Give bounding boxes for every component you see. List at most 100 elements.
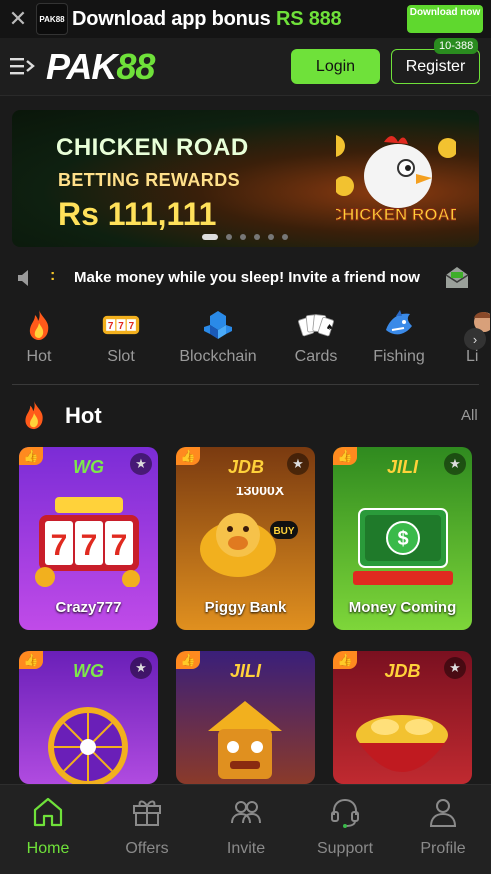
nav-invite[interactable]: Invite [206, 795, 286, 858]
download-now-button[interactable]: Download now [407, 5, 483, 33]
game-artwork [48, 707, 128, 784]
speaker-icon [18, 270, 28, 286]
nav-offers[interactable]: Offers [107, 795, 187, 858]
nav-label: Support [316, 840, 374, 857]
svg-text:7: 7 [129, 321, 135, 332]
download-bonus-amount: RS 888 [275, 7, 342, 30]
profile-icon [429, 799, 457, 827]
cards-icon: ♠ [297, 306, 335, 344]
download-bar: ✕ PAK88 Download app bonus RS 888 Downlo… [0, 0, 491, 38]
game-provider: JDB [228, 457, 265, 477]
section-title: Hot [65, 403, 102, 428]
mail-icon[interactable] [443, 263, 471, 291]
logo-pak: PAK [46, 46, 117, 87]
invite-icon [231, 801, 261, 824]
nav-label: Home [26, 840, 70, 857]
logo-num: 88 [116, 46, 155, 87]
chicken-road-artwork: CHICKEN ROAD [336, 135, 456, 225]
banner-title: CHICKEN ROAD [56, 134, 249, 161]
category-label: Blockchain [179, 348, 257, 365]
category-blockchain[interactable]: Blockchain [176, 306, 260, 366]
category-hot[interactable]: Hot [18, 306, 60, 366]
category-bar: Hot 777 Slot Blockchain ♠ Cards Fishing … [0, 306, 491, 372]
slot-777-icon: 777 [102, 306, 140, 344]
category-label: Li [466, 348, 479, 365]
register-button[interactable]: Register [391, 49, 480, 84]
game-provider: WG [73, 457, 104, 477]
download-bonus-prefix: Download app bonus [72, 7, 276, 30]
game-card[interactable]: 👍 JILI [176, 651, 315, 784]
game-provider: JILI [386, 457, 418, 477]
download-bonus-text: Download app bonus RS 888 [72, 7, 342, 31]
blockchain-icon [199, 306, 237, 344]
game-provider: JDB [384, 661, 421, 681]
game-name: Crazy777 [55, 599, 122, 616]
game-provider: JILI [229, 661, 261, 681]
nav-profile[interactable]: Profile [403, 795, 483, 858]
headset-icon [331, 798, 359, 828]
nav-label: Offers [125, 840, 169, 857]
flame-icon [20, 306, 58, 344]
bottom-navigation: Home Offers Invite Support Profile [0, 784, 491, 874]
game-name: Piggy Bank [204, 599, 287, 616]
banner-subtitle: BETTING REWARDS [58, 170, 241, 190]
header: PAK88 Login Register 10-388 [0, 38, 491, 96]
banner-pagination[interactable] [202, 234, 288, 240]
register-bonus-badge: 10-388 [434, 38, 479, 54]
chevron-right-icon[interactable]: › [464, 328, 486, 350]
game-artwork: BUY 13000X [200, 487, 298, 577]
game-card[interactable]: 👍 ★ JDB BUY 13000X Piggy Bank [176, 447, 315, 630]
game-card[interactable]: 👍 ★ WG [19, 651, 158, 784]
banner-dot[interactable] [202, 234, 218, 240]
gift-icon [133, 800, 161, 826]
game-name: Money Coming [348, 599, 457, 616]
home-icon [33, 797, 63, 827]
category-label: Hot [26, 348, 52, 365]
svg-text:7: 7 [118, 321, 124, 332]
banner-dot[interactable] [226, 234, 232, 240]
category-label: Slot [107, 348, 135, 365]
svg-text:7: 7 [108, 321, 114, 332]
game-card[interactable]: 👍 ★ WG 777 Crazy777 [19, 447, 158, 630]
nav-support[interactable]: Support [305, 795, 385, 858]
game-provider: WG [73, 661, 104, 681]
category-fishing[interactable]: Fishing [370, 306, 428, 366]
nav-home[interactable]: Home [8, 795, 88, 858]
banner-game-logo: CHICKEN ROAD [336, 205, 456, 224]
site-logo[interactable]: PAK88 [46, 46, 155, 88]
flame-icon [25, 400, 43, 430]
section-divider [12, 384, 479, 385]
game-artwork [208, 701, 282, 779]
banner-dot[interactable] [268, 234, 274, 240]
game-artwork: 777 [35, 497, 140, 587]
category-cards[interactable]: ♠ Cards [292, 306, 340, 366]
category-label: Cards [294, 348, 338, 365]
game-multiplier-tag: 13000X [236, 487, 285, 498]
menu-icon[interactable] [10, 56, 36, 76]
close-icon[interactable]: ✕ [0, 0, 36, 38]
game-artwork [356, 715, 448, 772]
banner-amount: Rs 111,111 [58, 196, 217, 232]
nav-label: Invite [226, 840, 266, 857]
nav-label: Profile [420, 840, 466, 857]
banner-dot[interactable] [240, 234, 246, 240]
svg-text:7: 7 [81, 529, 98, 562]
banner-dot[interactable] [282, 234, 288, 240]
svg-text:$: $ [397, 528, 408, 550]
game-artwork: $ [353, 508, 453, 585]
shark-icon [380, 306, 418, 344]
category-slot[interactable]: 777 Slot [96, 306, 146, 366]
announcement-marquee: : Make money while you sleep! Invite a f… [0, 259, 491, 297]
svg-text:♠: ♠ [326, 322, 333, 332]
svg-text:7: 7 [51, 529, 68, 562]
view-all-link[interactable]: All [461, 407, 478, 424]
svg-text:7: 7 [111, 529, 128, 562]
game-card[interactable]: 👍 ★ JILI $ Money Coming [333, 447, 472, 630]
login-button[interactable]: Login [291, 49, 380, 84]
app-logo: PAK88 [36, 3, 68, 35]
promo-banner[interactable]: CHICKEN ROAD BETTING REWARDS Rs 111,111 … [12, 110, 479, 247]
game-card[interactable]: 👍 ★ JDB [333, 651, 472, 784]
banner-dot[interactable] [254, 234, 260, 240]
marquee-separator: : [50, 267, 56, 284]
svg-text:BUY: BUY [273, 526, 294, 537]
